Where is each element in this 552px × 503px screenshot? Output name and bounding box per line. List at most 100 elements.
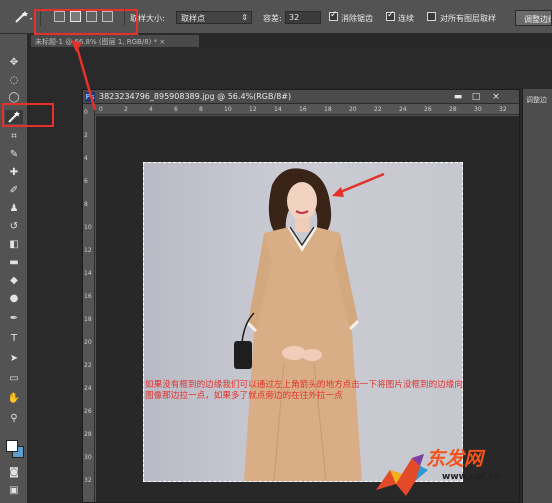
ruler-tick-label: 14 — [274, 106, 282, 113]
ruler-tick-label: 18 — [324, 106, 332, 113]
dodge-icon: ● — [9, 293, 19, 304]
blur-tool[interactable]: ◆ — [5, 274, 23, 288]
maximize-icon[interactable]: □ — [469, 92, 483, 102]
blur-icon: ◆ — [10, 275, 18, 286]
hand-tool[interactable]: ✋ — [5, 392, 23, 406]
ruler-tick-label: 30 — [474, 106, 482, 113]
refine-edge-tab[interactable]: 调整边 — [526, 95, 547, 105]
annotation-box-magic-wand — [2, 103, 54, 127]
ruler-tick-label: 32 — [499, 106, 507, 113]
zoom-tool[interactable]: ⚲ — [5, 412, 23, 426]
gradient-icon: ▬ — [9, 257, 19, 268]
horizontal-ruler[interactable]: 0 2 4 6 8 10 12 14 16 18 20 22 24 26 28 30 32 — [95, 105, 519, 115]
ruler-tick-label: 12 — [84, 247, 92, 254]
brush-tool[interactable]: ✐ — [5, 184, 23, 198]
annotation-note: 如果没有框到的边缘我们可以通过左上角箭头的地方点击一下将图片没框到的边缘向图像那… — [145, 380, 463, 401]
pen-tool[interactable]: ✒ — [5, 312, 23, 326]
close-icon[interactable]: × — [489, 92, 503, 102]
chevron-down-icon: ⇕ — [241, 13, 248, 22]
ruler-tick-label: 22 — [374, 106, 382, 113]
ps-icon: Ps — [85, 92, 95, 102]
eraser-icon: ◧ — [9, 239, 19, 250]
horse-logo — [376, 454, 428, 496]
pen-icon: ✒ — [9, 313, 19, 324]
ruler-tick-label: 0 — [84, 109, 88, 116]
ruler-tick-label: 6 — [84, 178, 88, 185]
path-select-tool[interactable]: ➤ — [5, 352, 23, 366]
path-select-icon: ➤ — [9, 353, 19, 364]
ruler-tick-label: 24 — [84, 385, 92, 392]
ruler-tick-label: 20 — [84, 339, 92, 346]
annotation-box-mode-buttons — [34, 9, 138, 35]
hand-icon: ✋ — [7, 393, 21, 404]
watermark: 东发网 www.cpf.cn — [372, 440, 552, 503]
ruler-tick-label: 4 — [84, 155, 88, 162]
color-swatches[interactable] — [4, 436, 26, 460]
product-photo[interactable] — [143, 162, 463, 482]
ruler-tick-label: 28 — [449, 106, 457, 113]
antialias-checkbox[interactable] — [329, 10, 338, 21]
quick-mask-icon: ◙ — [9, 467, 19, 478]
type-icon: T — [10, 333, 18, 344]
model-illustration — [234, 168, 362, 481]
sample-size-select[interactable]: 取样点 ⇕ — [176, 11, 252, 24]
ruler-tick-label: 4 — [149, 106, 153, 113]
document-tab-untitled[interactable]: 未标题-1 @ 66.8% (图层 1, RGB/8) * × — [30, 34, 200, 48]
ruler-tick-label: 6 — [174, 106, 178, 113]
document-titlebar[interactable]: Ps 3823234796_895908389.jpg @ 56.4%(RGB/… — [83, 90, 519, 104]
ruler-tick-label: 8 — [199, 106, 203, 113]
tolerance-input[interactable]: 32 — [285, 11, 321, 24]
ruler-tick-label: 24 — [399, 106, 407, 113]
tool-preset-picker[interactable] — [12, 9, 34, 25]
lasso-icon: ◯ — [8, 92, 20, 103]
ruler-tick-label: 8 — [84, 201, 88, 208]
sample-all-layers-checkbox[interactable] — [427, 12, 436, 21]
screen-mode-tool[interactable]: ▣ — [5, 484, 23, 498]
ruler-tick-label: 18 — [84, 316, 92, 323]
shape-tool[interactable]: ▭ — [5, 372, 23, 386]
ruler-tick-label: 26 — [84, 408, 92, 415]
ruler-tick-label: 26 — [424, 106, 432, 113]
gradient-tool[interactable]: ▬ — [5, 256, 23, 270]
healing-icon: ✚ — [9, 167, 19, 178]
brush-icon: ✐ — [9, 185, 19, 196]
ruler-tick-label: 10 — [224, 106, 232, 113]
foreground-color-swatch[interactable] — [6, 440, 18, 452]
minimize-icon[interactable]: ▬ — [451, 92, 465, 102]
crop-icon: ⌗ — [11, 131, 17, 142]
vertical-ruler[interactable]: 0 2 4 6 8 10 12 14 16 18 20 22 24 26 28 30 32 — [83, 105, 95, 502]
watermark-url: www.cpf.cn — [442, 472, 501, 482]
document-title: 3823234796_895908389.jpg @ 56.4%(RGB/8#) — [99, 92, 292, 101]
move-tool[interactable]: ✥ — [5, 56, 23, 70]
ruler-tick-label: 16 — [299, 106, 307, 113]
stamp-icon: ♟ — [9, 203, 19, 214]
marquee-tool[interactable]: ◌ — [5, 74, 23, 88]
tolerance-label: 容差: — [263, 14, 282, 23]
zoom-icon: ⚲ — [10, 413, 18, 424]
ruler-tick-label: 22 — [84, 362, 92, 369]
dodge-tool[interactable]: ● — [5, 292, 23, 306]
contiguous-checkbox[interactable] — [386, 10, 395, 21]
ruler-tick-label: 12 — [249, 106, 257, 113]
shape-icon: ▭ — [9, 373, 19, 384]
eyedropper-tool[interactable]: ✎ — [5, 148, 23, 162]
magic-wand-icon — [15, 11, 32, 23]
sample-size-value: 取样点 — [181, 14, 205, 23]
ruler-tick-label: 16 — [84, 293, 92, 300]
tolerance-value: 32 — [289, 13, 300, 22]
refine-edge-button[interactable]: 调整边缘 — [515, 10, 552, 26]
eraser-tool[interactable]: ◧ — [5, 238, 23, 252]
refine-edge-label: 调整边缘 — [524, 15, 551, 24]
crop-tool[interactable]: ⌗ — [5, 130, 23, 144]
history-brush-tool[interactable]: ↺ — [5, 220, 23, 234]
healing-tool[interactable]: ✚ — [5, 166, 23, 180]
stamp-tool[interactable]: ♟ — [5, 202, 23, 216]
sample-all-layers-label: 对所有图层取样 — [440, 14, 496, 23]
move-icon: ✥ — [9, 57, 19, 68]
type-tool[interactable]: T — [5, 332, 23, 346]
ruler-tick-label: 0 — [99, 106, 103, 113]
marquee-icon: ◌ — [9, 75, 19, 86]
history-brush-icon: ↺ — [9, 221, 19, 232]
quick-mask-tool[interactable]: ◙ — [5, 466, 23, 480]
document-tab-title: 未标题-1 @ 66.8% (图层 1, RGB/8) * × — [35, 38, 166, 46]
